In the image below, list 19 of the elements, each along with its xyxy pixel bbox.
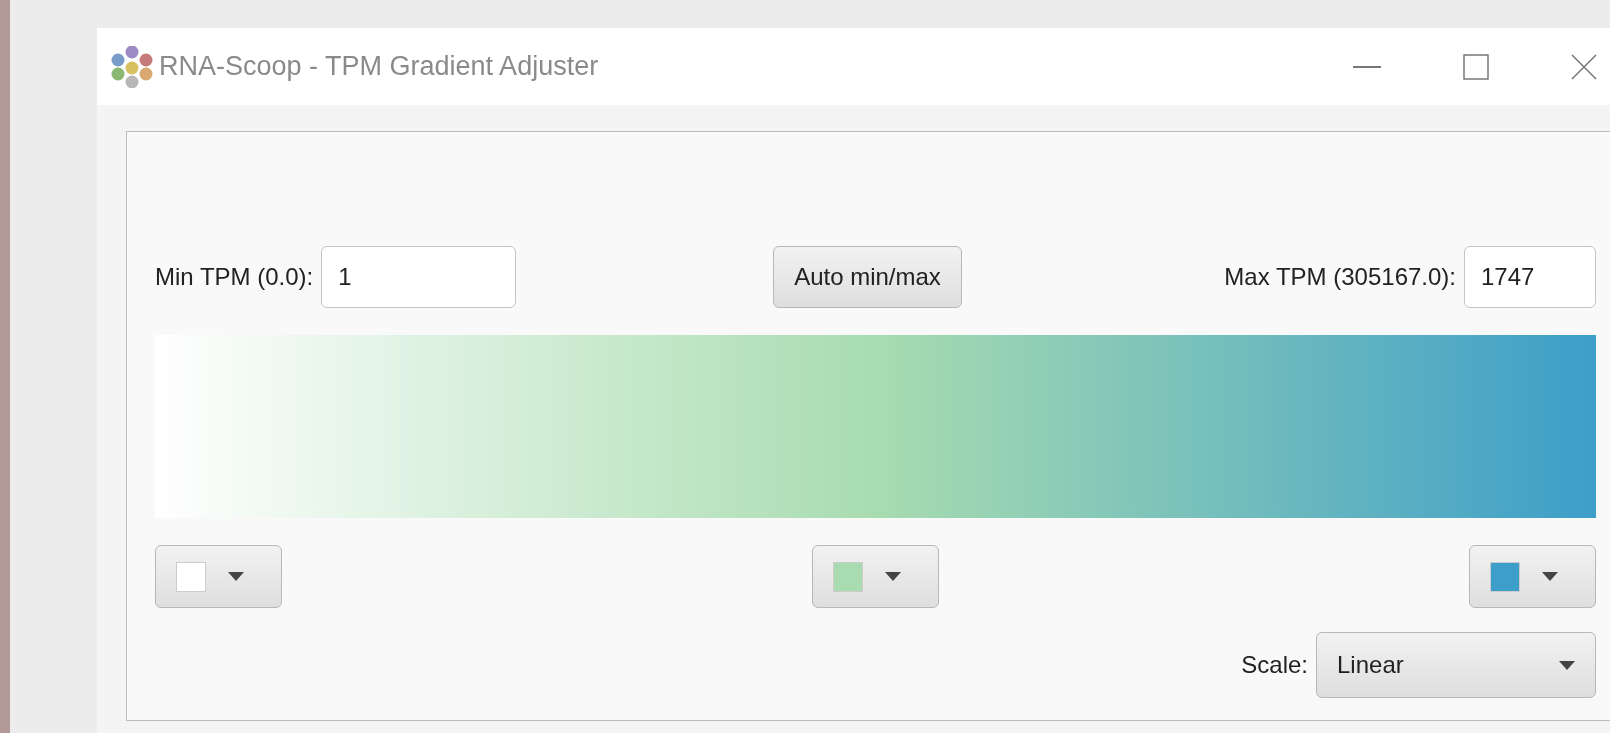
max-tpm-field[interactable]: 1747	[1464, 245, 1596, 308]
color-picker[interactable]	[155, 545, 282, 608]
minimize-icon[interactable]	[1353, 65, 1381, 68]
caret-icon	[1542, 572, 1558, 581]
app-logo-icon	[111, 45, 155, 88]
color-picker[interactable]	[1469, 545, 1596, 608]
close-icon[interactable]	[1571, 53, 1597, 80]
caret-icon	[885, 572, 901, 581]
color-picker[interactable]	[812, 545, 939, 608]
scale-dropdown[interactable]: Linear	[1316, 632, 1596, 698]
caret-icon	[228, 572, 244, 581]
auto-min-max-button[interactable]: Auto min/max	[773, 245, 962, 308]
maximize-icon[interactable]	[1463, 53, 1489, 80]
max-tpm-label: Max TPM (305167.0):	[1224, 262, 1456, 291]
min-tpm-label: Min TPM (0.0):	[155, 262, 314, 291]
min-tpm-field[interactable]: 1	[321, 245, 517, 308]
scale-label: Scale:	[1241, 651, 1308, 679]
window-title: RNA-Scoop - TPM Gradient Adjuster	[159, 51, 599, 82]
caret-icon	[1559, 660, 1575, 670]
